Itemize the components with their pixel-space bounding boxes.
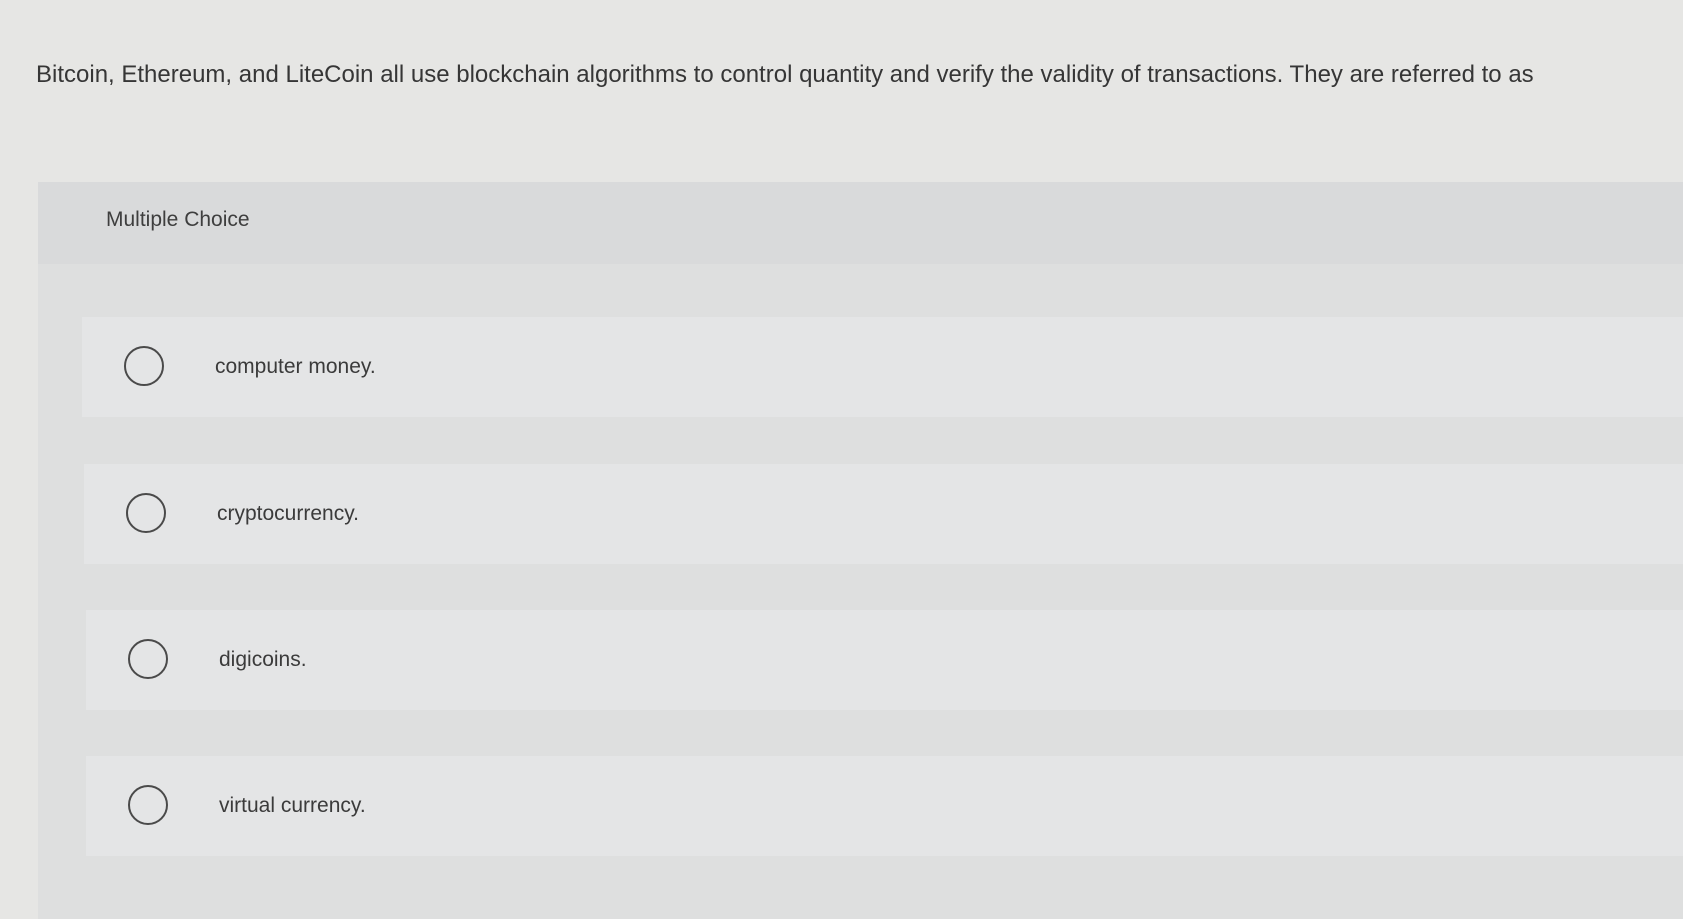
answer-option-computer-money[interactable]: computer money. <box>82 317 1683 417</box>
radio-button[interactable] <box>124 346 164 386</box>
multiple-choice-label: Multiple Choice <box>106 208 250 231</box>
radio-button[interactable] <box>126 493 166 533</box>
option-label: virtual currency. <box>219 794 366 817</box>
answer-option-digicoins[interactable]: digicoins. <box>86 610 1683 710</box>
option-label: digicoins. <box>219 648 307 671</box>
option-label: cryptocurrency. <box>217 502 359 525</box>
answer-option-cryptocurrency[interactable]: cryptocurrency. <box>84 464 1683 564</box>
option-label: computer money. <box>215 355 376 378</box>
question-text: Bitcoin, Ethereum, and LiteCoin all use … <box>36 61 1534 88</box>
multiple-choice-header: Multiple Choice <box>38 182 1683 264</box>
radio-button[interactable] <box>128 785 168 825</box>
radio-button[interactable] <box>128 639 168 679</box>
answer-option-virtual-currency[interactable]: virtual currency. <box>86 756 1683 856</box>
